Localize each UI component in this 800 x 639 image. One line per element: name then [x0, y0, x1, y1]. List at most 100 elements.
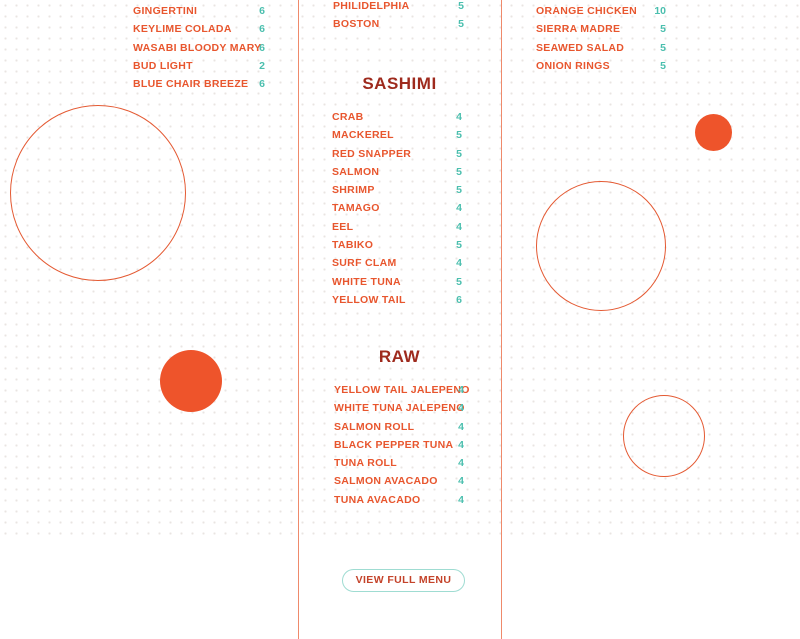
menu-item-price: 4: [456, 111, 462, 123]
raw-list: YELLOW TAIL JALEPENO 4 WHITE TUNA JALEPE…: [334, 381, 469, 509]
menu-item-price: 5: [660, 59, 666, 72]
decorative-ring-large: [10, 105, 186, 281]
menu-item: BOSTON 5: [333, 15, 464, 33]
menu-item: PHILIDELPHIA 5: [333, 0, 464, 15]
menu-item-price: 5: [456, 147, 462, 160]
menu-item-price: 4: [458, 402, 464, 415]
menu-item-price: 5: [456, 165, 462, 178]
menu-item: GINGERTINI 6: [133, 2, 265, 20]
menu-item-name: WHITE TUNA JALEPENO: [334, 402, 465, 415]
menu-item-name: KEYLIME COLADA: [133, 23, 232, 36]
menu-item-price: 6: [259, 41, 265, 54]
decorative-dot-right: [695, 114, 732, 151]
menu-item: TUNA AVACADO 4: [334, 491, 464, 509]
menu-item-name: WHITE TUNA: [332, 275, 401, 288]
menu-item: SIERRA MADRE 5: [536, 20, 666, 38]
menu-item-price: 5: [456, 184, 462, 197]
menu-item: ORANGE CHICKEN 10: [536, 2, 666, 20]
menu-item-name: EEL: [332, 220, 354, 233]
menu-item-name: WASABI BLOODY MARY: [133, 41, 262, 54]
menu-item-price: 5: [458, 0, 464, 12]
menu-item: KEYLIME COLADA 6: [133, 20, 265, 38]
menu-item: YELLOW TAIL 6: [332, 291, 462, 309]
menu-item: TAMAGO 4: [332, 199, 462, 217]
menu-item: TUNA ROLL 4: [334, 454, 464, 472]
menu-item-price: 4: [458, 438, 464, 451]
menu-item-price: 5: [456, 275, 462, 288]
menu-item-price: 6: [259, 23, 265, 36]
menu-item-name: YELLOW TAIL JALEPENO: [334, 384, 470, 396]
menu-item: SHRIMP 5: [332, 181, 462, 199]
menu-item-price: 4: [458, 420, 464, 433]
menu-item: SALMON AVACADO 4: [334, 472, 464, 490]
raw-section-title: RAW: [378, 347, 421, 366]
menu-item-name: TAMAGO: [332, 202, 380, 215]
menu-item: ONION RINGS 5: [536, 57, 666, 75]
menu-item: BLUE CHAIR BREEZE 6: [133, 75, 265, 93]
menu-item-name: YELLOW TAIL: [332, 293, 406, 306]
menu-item: MACKEREL 5: [332, 126, 462, 144]
menu-item: EEL 4: [332, 218, 462, 236]
menu-item: RED SNAPPER 5: [332, 145, 462, 163]
menu-item-price: 6: [259, 5, 265, 17]
menu-item: YELLOW TAIL JALEPENO 4: [334, 381, 469, 399]
menu-item-price: 5: [458, 18, 464, 31]
menu-item-name: PHILIDELPHIA: [333, 0, 410, 12]
menu-item: SALMON ROLL 4: [334, 418, 464, 436]
menu-item-price: 6: [456, 293, 462, 306]
menu-item-name: RED SNAPPER: [332, 147, 412, 160]
menu-item-price: 4: [458, 475, 464, 488]
menu-item: WASABI BLOODY MARY 6: [133, 39, 265, 57]
menu-item-price: 2: [259, 59, 265, 72]
menu-item-price: 5: [660, 23, 666, 36]
menu-item: SURF CLAM 4: [332, 254, 462, 272]
menu-item-name: SIERRA MADRE: [536, 23, 621, 36]
menu-item-name: MACKEREL: [332, 129, 394, 142]
menu-item-name: BOSTON: [333, 18, 380, 31]
left-menu-list: GINGERTINI 6 KEYLIME COLADA 6 WASABI BLO…: [133, 2, 265, 93]
menu-item-name: TUNA ROLL: [334, 457, 397, 470]
menu-item-price: 5: [456, 239, 462, 252]
decorative-ring-small: [623, 395, 705, 477]
menu-item-price: 4: [456, 220, 462, 233]
menu-item: BUD LIGHT 2: [133, 57, 265, 75]
menu-item-name: SALMON AVACADO: [334, 475, 438, 488]
menu-item-name: TUNA AVACADO: [334, 493, 421, 506]
menu-item-price: 5: [456, 129, 462, 142]
center-top-list: PHILIDELPHIA 5 BOSTON 5: [333, 0, 464, 34]
decorative-dot-left: [160, 350, 222, 412]
menu-item-price: 4: [458, 493, 464, 506]
menu-item: WHITE TUNA JALEPENO 4: [334, 399, 464, 417]
menu-item-price: 4: [456, 202, 462, 215]
menu-item-name: CRAB: [332, 111, 364, 123]
menu-item-name: BLACK PEPPER TUNA: [334, 438, 454, 451]
menu-item: TABIKO 5: [332, 236, 462, 254]
menu-item-name: ONION RINGS: [536, 59, 610, 72]
menu-item-name: SALMON ROLL: [334, 420, 415, 433]
menu-item: WHITE TUNA 5: [332, 273, 462, 291]
sashimi-list: CRAB 4 MACKEREL 5 RED SNAPPER 5 SALMON 5…: [332, 108, 462, 309]
menu-item-name: BLUE CHAIR BREEZE: [133, 78, 249, 91]
menu-item: CRAB 4: [332, 108, 462, 126]
sashimi-section-title: SASHIMI: [362, 74, 437, 93]
menu-item-name: SEAWED SALAD: [536, 41, 625, 54]
menu-item-name: TABIKO: [332, 239, 374, 252]
view-full-menu-button[interactable]: VIEW FULL MENU: [342, 569, 465, 592]
column-divider-left: [298, 0, 299, 639]
right-menu-list: ORANGE CHICKEN 10 SIERRA MADRE 5 SEAWED …: [536, 2, 666, 75]
menu-item-name: BUD LIGHT: [133, 59, 193, 72]
menu-item: BLACK PEPPER TUNA 4: [334, 436, 464, 454]
menu-item-price: 4: [458, 384, 464, 396]
menu-item: SALMON 5: [332, 163, 462, 181]
menu-item-name: SHRIMP: [332, 184, 375, 197]
menu-item-name: SURF CLAM: [332, 257, 397, 270]
menu-item-price: 5: [660, 41, 666, 54]
column-divider-right: [501, 0, 502, 639]
menu-item-price: 6: [259, 78, 265, 91]
menu-item: SEAWED SALAD 5: [536, 39, 666, 57]
menu-item-name: SALMON: [332, 165, 380, 178]
menu-item-price: 4: [458, 457, 464, 470]
decorative-ring-right: [536, 181, 666, 311]
menu-item-price: 4: [456, 257, 462, 270]
menu-item-name: GINGERTINI: [133, 5, 198, 17]
